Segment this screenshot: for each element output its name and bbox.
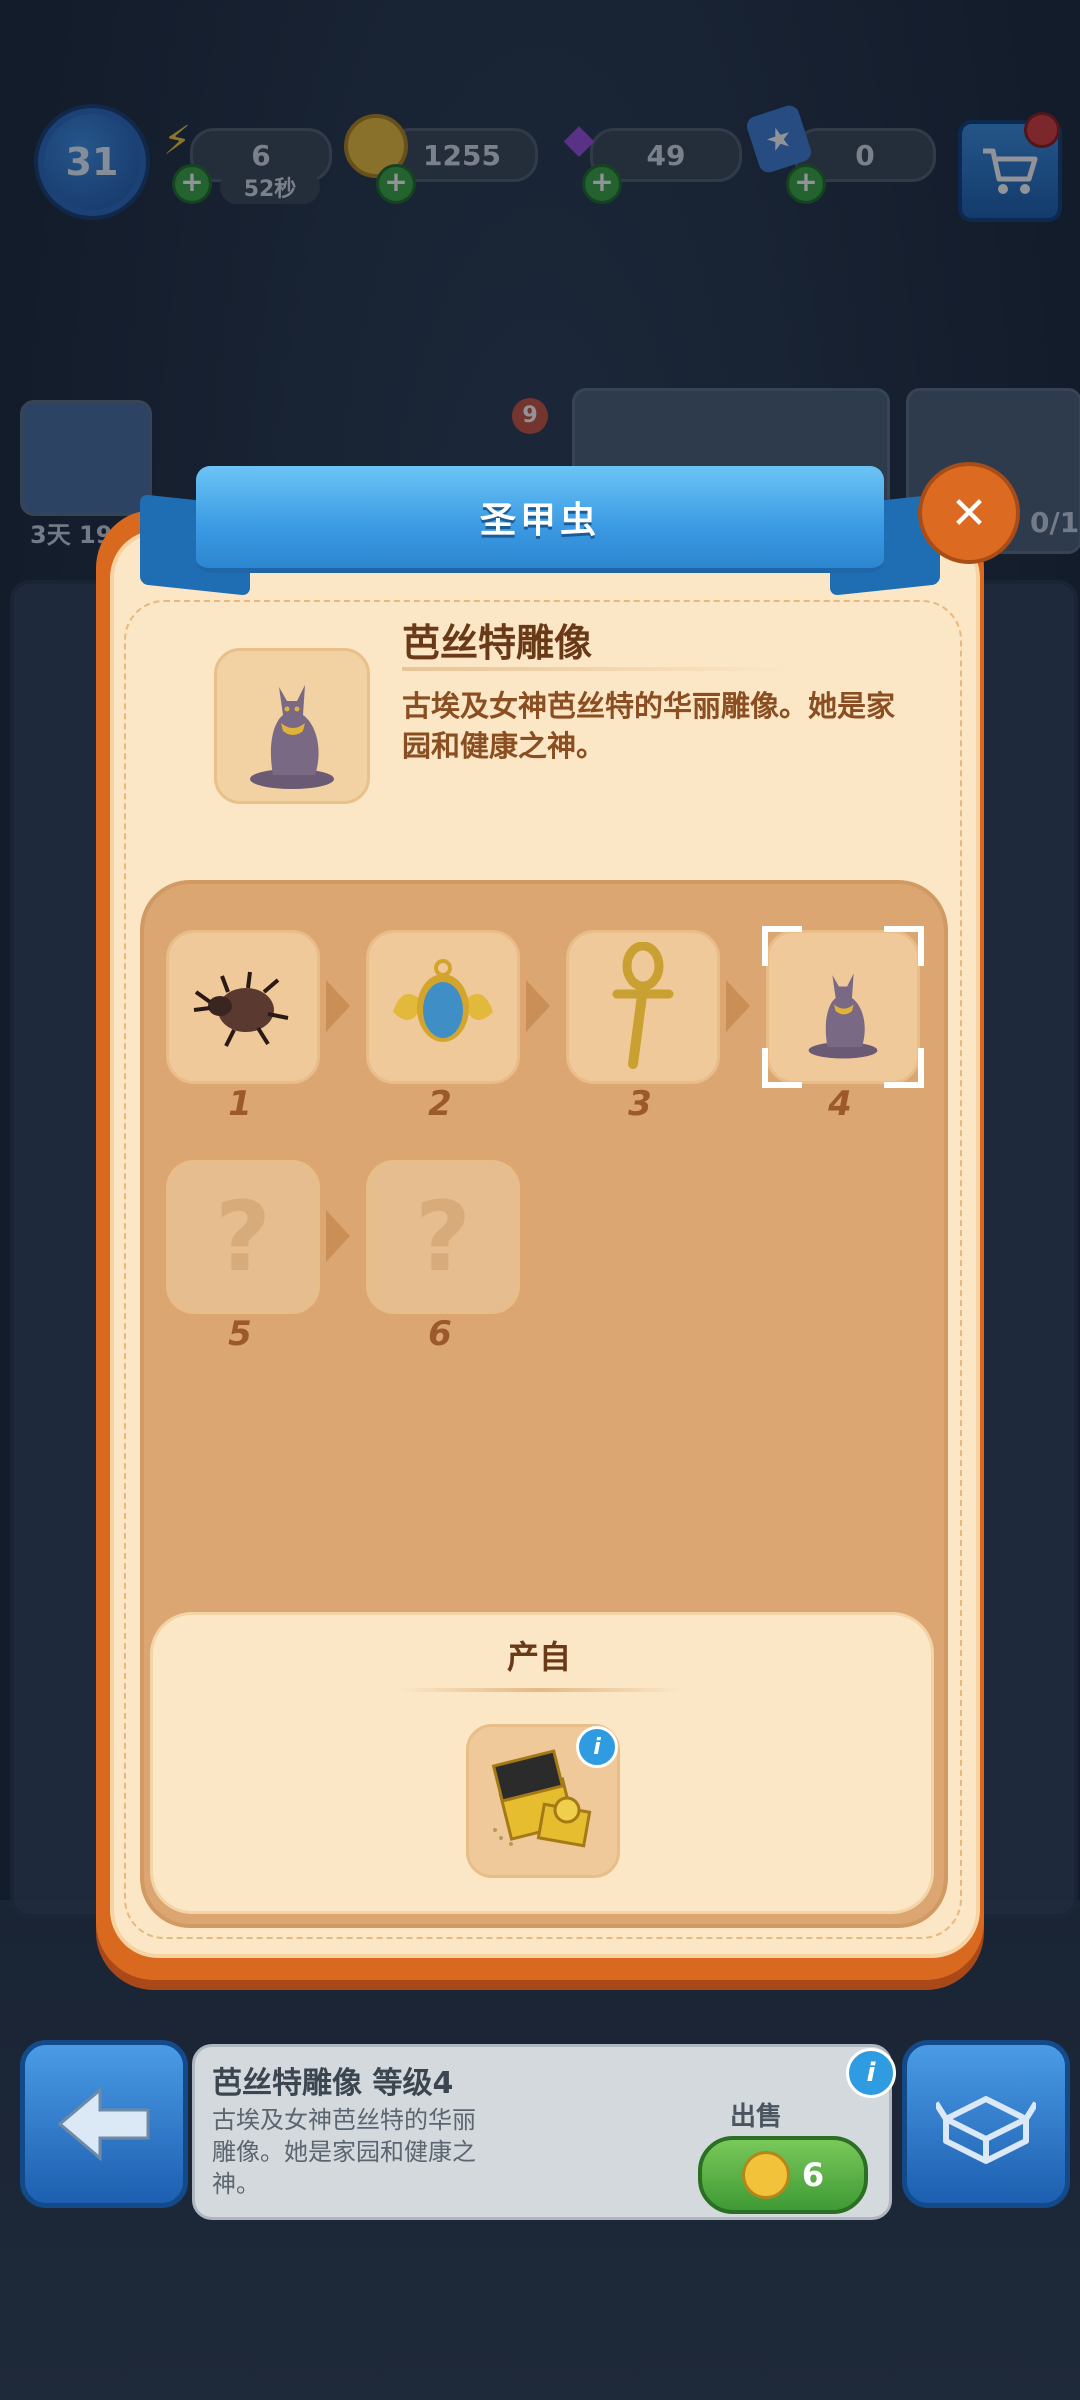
modal-title: 圣甲虫 [479,500,600,541]
title-divider [402,667,792,671]
info-icon: i [866,2058,876,2088]
chain-arrow-icon [726,980,750,1032]
modal-title-ribbon: 圣甲虫 [196,466,884,573]
scarab-amulet-icon [393,959,493,1042]
arrow-left-icon [57,2086,150,2162]
chain-slot-3[interactable] [566,930,720,1084]
selected-item-frame [214,648,370,804]
bastet-statue-icon [808,973,878,1059]
question-icon: ? [215,1181,271,1293]
selection-bracket [762,1048,802,1088]
origin-divider [400,1688,680,1692]
ankh-icon [612,942,674,1069]
open-box-icon [936,2096,1036,2164]
chain-slot-1[interactable] [166,930,320,1084]
storage-box-button[interactable] [902,2040,1070,2208]
chain-level-6: 6 [428,1314,452,1354]
item-description: 古埃及女神芭丝特的华丽雕像。她是家园和健康之神。 [402,689,896,763]
chain-level-4: 4 [828,1084,852,1124]
origin-title: 产自 [506,1638,571,1676]
chain-slot-6-locked[interactable]: ? [366,1160,520,1314]
close-icon: ✕ [950,487,988,539]
coin-icon [741,2151,790,2199]
item-name: 芭丝特雕像 [402,621,593,665]
chain-arrow-icon [326,1210,350,1262]
item-info-description: 古埃及女神芭丝特的华丽雕像。她是家园和健康之神。 [212,2106,476,2198]
back-button[interactable] [20,2040,188,2208]
question-icon: ? [415,1181,471,1293]
selection-bracket [762,926,802,966]
sell-button[interactable]: 6 [698,2136,868,2214]
beetle-icon [193,971,289,1047]
chain-slot-5-locked[interactable]: ? [166,1160,320,1314]
chain-level-3: 3 [628,1084,652,1124]
chain-level-2: 2 [428,1084,452,1124]
item-info-button[interactable]: i [846,2048,896,2098]
sell-price: 6 [801,2156,825,2194]
chain-slot-2[interactable] [366,930,520,1084]
selection-bracket [884,1048,924,1088]
bastet-statue-icon [250,685,334,789]
chain-level-1: 1 [228,1084,252,1124]
chain-level-5: 5 [228,1314,252,1354]
close-button[interactable]: ✕ [918,462,1020,564]
chain-arrow-icon [326,980,350,1032]
origin-info-button[interactable]: i [576,1726,618,1768]
selection-bracket [884,926,924,966]
item-info-title: 芭丝特雕像 等级4 [212,2066,454,2101]
sell-label: 出售 [730,2102,783,2132]
info-icon: i [593,1734,601,1760]
chain-arrow-icon [526,980,550,1032]
